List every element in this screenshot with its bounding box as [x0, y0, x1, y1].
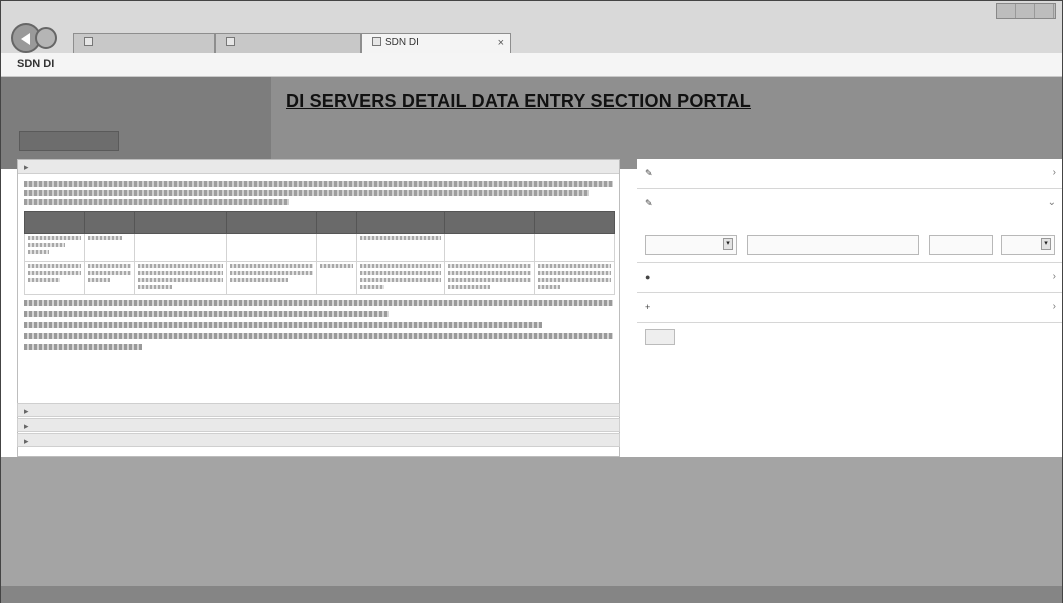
- column-header: [444, 211, 535, 234]
- add-button[interactable]: [645, 329, 675, 345]
- table-cell: [24, 233, 85, 262]
- note-line: [24, 300, 613, 306]
- description-line: [24, 190, 590, 196]
- user-credentials-section[interactable]: ● ›: [637, 263, 1062, 293]
- table-cell: [84, 233, 135, 262]
- server-ip-input[interactable]: [747, 235, 919, 255]
- header-button[interactable]: [19, 131, 119, 151]
- browser-tab-label: SDN DI: [385, 37, 419, 48]
- note-line: [24, 311, 390, 317]
- table-cell: [356, 233, 445, 262]
- collapsed-section-header[interactable]: [17, 433, 620, 447]
- collapsed-section-header[interactable]: [17, 418, 620, 432]
- chevron-right-icon[interactable]: ›: [1053, 167, 1056, 178]
- section-title: ●: [645, 272, 650, 282]
- maximize-icon[interactable]: [1016, 4, 1035, 18]
- table-cell: [534, 261, 615, 295]
- dropdown-icon[interactable]: ▾: [723, 238, 733, 250]
- page-icon: [372, 37, 381, 46]
- configuration-table: [24, 211, 615, 295]
- table-row: [24, 233, 615, 262]
- table-cell: [316, 261, 357, 295]
- browser-tab-strip: SDN DI ×: [1, 1, 1062, 53]
- page-header-left: [1, 77, 271, 169]
- browser-window: SDN DI × SDN DI DI SERVERS DETAIL DATA E…: [0, 0, 1063, 603]
- server-name-section[interactable]: ✎ ›: [637, 159, 1062, 189]
- server-form: ▾ ▾: [637, 219, 1062, 263]
- table-cell: [356, 261, 445, 295]
- page-icon: [84, 37, 93, 46]
- column-header: [534, 211, 615, 234]
- collapsed-section-header[interactable]: [17, 403, 620, 417]
- section-header[interactable]: [18, 160, 619, 174]
- dropdown-icon[interactable]: ▾: [1041, 238, 1051, 250]
- section-title: ✎: [645, 198, 653, 209]
- port-input[interactable]: [929, 235, 993, 255]
- plus-icon: +: [645, 302, 651, 312]
- chevron-down-icon[interactable]: ⌄: [1048, 197, 1056, 208]
- column-header: [84, 211, 135, 234]
- status-bar: [1, 586, 1062, 603]
- table-cell: [316, 233, 357, 262]
- app-bar: SDN DI: [1, 53, 1062, 77]
- table-cell: [24, 261, 85, 295]
- browser-tab-2[interactable]: [215, 33, 361, 53]
- app-title: SDN DI: [17, 58, 55, 70]
- section-body: [18, 174, 619, 354]
- column-header: [24, 211, 85, 234]
- section-title: ✎: [645, 168, 653, 179]
- browser-tab-1[interactable]: [73, 33, 215, 53]
- minimize-icon[interactable]: [997, 4, 1016, 18]
- close-window-icon[interactable]: [1035, 4, 1054, 18]
- section-title: +: [645, 302, 650, 312]
- server-icon: ✎: [645, 168, 653, 178]
- chevron-right-icon[interactable]: ›: [1053, 301, 1056, 312]
- table-cell: [534, 233, 615, 262]
- column-header: [316, 211, 357, 234]
- close-tab-icon[interactable]: ×: [498, 37, 504, 49]
- description-line: [24, 181, 613, 187]
- edit-icon: ✎: [645, 198, 653, 208]
- main-title: DI SERVERS DETAIL DATA ENTRY SECTION POR…: [286, 91, 751, 111]
- column-header: [134, 211, 227, 234]
- additional-attributes-section[interactable]: + ›: [637, 293, 1062, 323]
- column-header: [226, 211, 317, 234]
- browser-tab-active[interactable]: SDN DI ×: [361, 33, 511, 53]
- table-row: [24, 261, 615, 295]
- window-controls: [996, 3, 1056, 19]
- page-icon: [226, 37, 235, 46]
- empty-canvas-area: [1, 457, 1062, 603]
- user-icon: ●: [645, 272, 651, 282]
- forward-arrow-icon[interactable]: [35, 27, 57, 49]
- server-details-panel: ✎ › ✎ ⌄ ▾ ▾ ● › + ›: [637, 159, 1062, 457]
- note-line: [24, 322, 543, 328]
- table-cell: [84, 261, 135, 295]
- table-cell: [134, 233, 227, 262]
- table-cell: [134, 261, 227, 295]
- table-header-row: [24, 211, 615, 234]
- note-line: [24, 333, 613, 339]
- table-cell: [226, 233, 317, 262]
- collapsed-sections: [17, 403, 620, 448]
- chevron-right-icon[interactable]: ›: [1053, 271, 1056, 282]
- column-header: [356, 211, 445, 234]
- table-cell: [444, 233, 535, 262]
- table-cell: [226, 261, 317, 295]
- description-line: [24, 199, 290, 205]
- note-line: [24, 344, 142, 350]
- table-cell: [444, 261, 535, 295]
- server-details-section[interactable]: ✎ ⌄: [637, 189, 1062, 219]
